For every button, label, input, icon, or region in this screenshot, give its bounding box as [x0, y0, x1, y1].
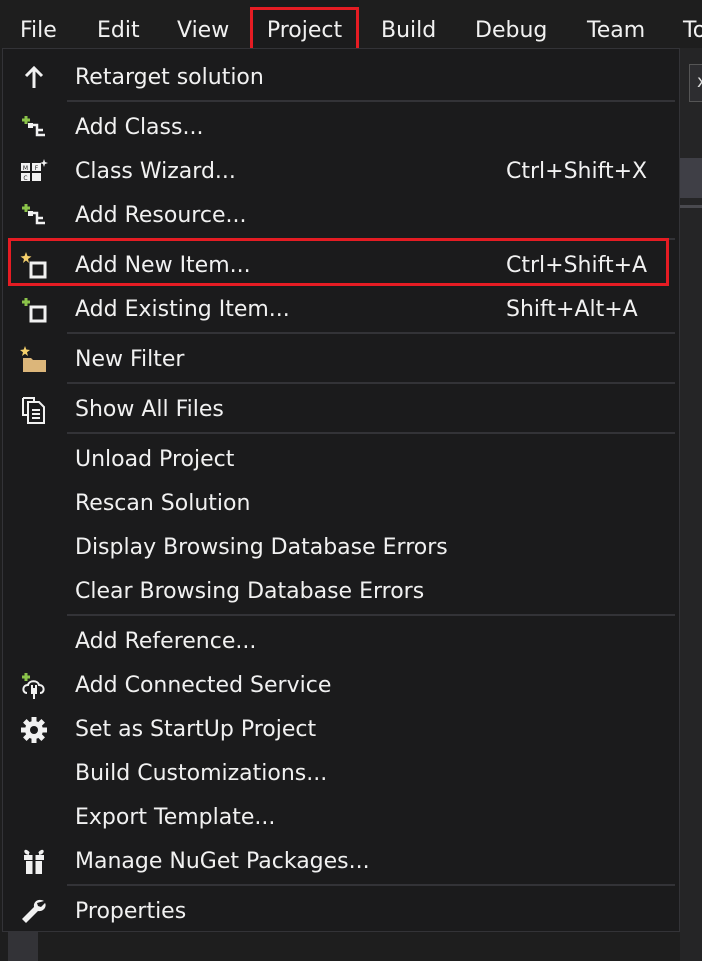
add-new-item-highlight	[8, 238, 669, 286]
new-filter-folder-icon	[20, 346, 46, 372]
menu-item-label: New Filter	[75, 347, 185, 372]
menu-separator	[67, 614, 675, 616]
class-wizard-icon: M F C	[21, 159, 48, 182]
menu-edit[interactable]: Edit	[97, 0, 140, 48]
nuget-package-icon	[24, 849, 44, 874]
menu-item-label: Unload Project	[75, 447, 235, 472]
menu-item-label: Add Reference...	[75, 629, 257, 654]
menu-item-new-filter[interactable]: New Filter	[3, 338, 679, 382]
menu-item-display-browsing-db-errors[interactable]: Display Browsing Database Errors	[3, 526, 679, 570]
menu-item-show-all-files[interactable]: Show All Files	[3, 388, 679, 432]
project-dropdown-menu: Retarget solution Add Class... M F C Cla…	[2, 48, 680, 932]
add-resource-icon	[22, 204, 45, 225]
svg-text:F: F	[35, 165, 39, 172]
menu-separator	[67, 100, 675, 102]
editor-divider	[680, 205, 702, 208]
menu-item-label: Set as StartUp Project	[75, 717, 317, 742]
menu-team[interactable]: Team	[587, 0, 645, 48]
add-class-icon	[22, 116, 45, 137]
svg-text:C: C	[23, 175, 27, 182]
menu-item-label: Add Class...	[75, 115, 204, 140]
menu-item-rescan-solution[interactable]: Rescan Solution	[3, 482, 679, 526]
show-all-files-icon	[22, 397, 45, 424]
menu-item-manage-nuget-packages[interactable]: Manage NuGet Packages...	[3, 840, 679, 884]
menu-item-label: Build Customizations...	[75, 761, 328, 786]
menu-item-label: Display Browsing Database Errors	[75, 535, 448, 560]
menu-item-label: Retarget solution	[75, 65, 264, 90]
menu-item-class-wizard[interactable]: M F C Class Wizard... Ctrl+Shift+X	[3, 150, 679, 194]
menu-item-shortcut: Ctrl+Shift+X	[506, 159, 648, 184]
menu-item-properties[interactable]: Properties	[3, 890, 679, 934]
menu-item-add-existing-item[interactable]: Add Existing Item... Shift+Alt+A	[3, 288, 679, 332]
menu-item-add-reference[interactable]: Add Reference...	[3, 620, 679, 664]
arrow-up-icon	[24, 65, 44, 88]
side-panel-edge	[8, 932, 38, 961]
project-menu-highlight	[250, 7, 359, 51]
menu-item-label: Properties	[75, 899, 187, 924]
menu-item-add-resource[interactable]: Add Resource...	[3, 194, 679, 238]
menu-item-label: Add Existing Item...	[75, 297, 290, 322]
menu-item-label: Clear Browsing Database Errors	[75, 579, 425, 604]
menu-item-build-customizations[interactable]: Build Customizations...	[3, 752, 679, 796]
editor-toolbar-strip	[680, 158, 702, 198]
connected-service-icon	[22, 673, 45, 699]
menu-item-label: Add Resource...	[75, 203, 247, 228]
menu-debug[interactable]: Debug	[475, 0, 547, 48]
gear-icon	[21, 717, 47, 743]
menu-item-retarget-solution[interactable]: Retarget solution	[3, 56, 679, 100]
menu-file[interactable]: File	[20, 0, 57, 48]
wrench-icon	[22, 899, 46, 923]
menu-build[interactable]: Build	[381, 0, 436, 48]
menu-separator	[67, 332, 675, 334]
menu-item-label: Export Template...	[75, 805, 276, 830]
menu-item-add-class[interactable]: Add Class...	[3, 106, 679, 150]
menu-item-label: Class Wizard...	[75, 159, 236, 184]
menu-tools[interactable]: To	[683, 0, 702, 48]
menu-separator	[67, 884, 675, 886]
menu-item-set-startup-project[interactable]: Set as StartUp Project	[3, 708, 679, 752]
menu-separator	[67, 382, 675, 384]
svg-text:M: M	[23, 165, 28, 172]
menu-item-unload-project[interactable]: Unload Project	[3, 438, 679, 482]
menu-item-export-template[interactable]: Export Template...	[3, 796, 679, 840]
tab-close-icon[interactable]: x	[697, 72, 702, 92]
menu-item-label: Add Connected Service	[75, 673, 332, 698]
menu-separator	[67, 432, 675, 434]
menu-item-label: Show All Files	[75, 397, 224, 422]
add-existing-item-icon	[22, 298, 47, 323]
menu-item-label: Rescan Solution	[75, 491, 251, 516]
menu-item-add-connected-service[interactable]: Add Connected Service	[3, 664, 679, 708]
menu-item-clear-browsing-db-errors[interactable]: Clear Browsing Database Errors	[3, 570, 679, 614]
menu-view[interactable]: View	[177, 0, 229, 48]
menu-item-shortcut: Shift+Alt+A	[506, 297, 638, 322]
menu-item-label: Manage NuGet Packages...	[75, 849, 370, 874]
